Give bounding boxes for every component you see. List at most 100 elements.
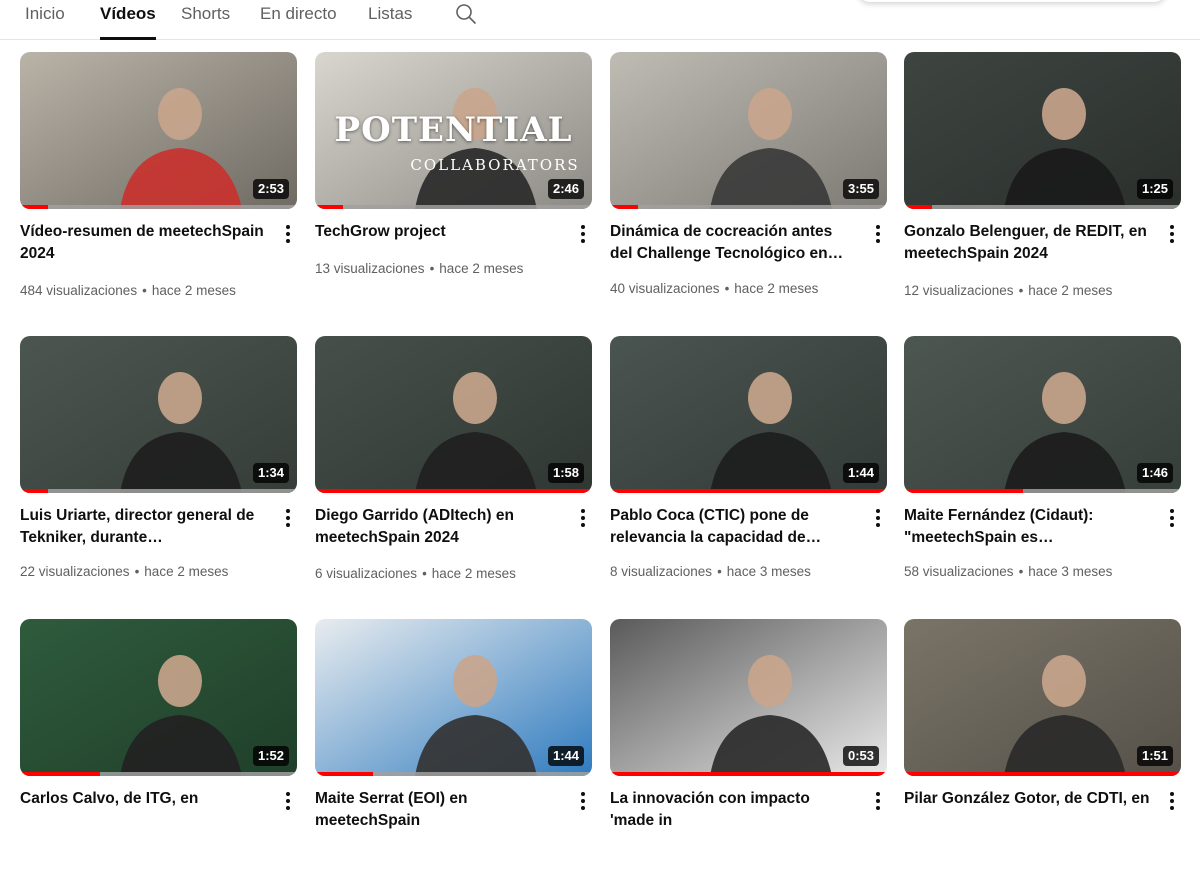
more-options-icon[interactable] xyxy=(278,789,298,813)
video-title[interactable]: Diego Garrido (ADItech) en meetechSpain … xyxy=(315,505,563,549)
more-options-icon[interactable] xyxy=(868,506,888,530)
video-thumbnail[interactable]: 0:53 xyxy=(610,619,887,776)
watch-progress-bar xyxy=(315,772,592,776)
thumbnail-overlay-text: POTENTIAL xyxy=(334,110,573,150)
video-meta: 22 visualizaciones • hace 2 meses xyxy=(20,562,270,582)
duration-badge: 1:44 xyxy=(842,463,879,483)
more-options-icon[interactable] xyxy=(278,222,298,246)
more-options-icon[interactable] xyxy=(573,506,593,530)
video-title[interactable]: Gonzalo Belenguer, de REDIT, en meetechS… xyxy=(904,221,1152,265)
upload-age: hace 2 meses xyxy=(144,564,229,579)
view-count: 484 visualizaciones xyxy=(20,283,138,298)
duration-badge: 3:55 xyxy=(842,179,879,199)
video-card[interactable]: POTENTIAL COLLABORATORS 2:46 TechGrow proje… xyxy=(315,52,592,322)
more-options-icon[interactable] xyxy=(573,789,593,813)
video-meta: 6 visualizaciones • hace 2 meses xyxy=(315,564,565,584)
video-title[interactable]: Maite Serrat (EOI) en meetechSpain xyxy=(315,788,563,832)
video-thumbnail[interactable]: 3:55 xyxy=(610,52,887,209)
video-thumbnail[interactable]: 1:58 xyxy=(315,336,592,493)
video-card[interactable]: 1:44 Pablo Coca (CTIC) pone de relevancia… xyxy=(610,336,887,606)
watch-progress-fill xyxy=(315,489,592,493)
more-options-icon[interactable] xyxy=(868,789,888,813)
upload-age: hace 2 meses xyxy=(431,566,516,581)
view-count: 58 visualizaciones xyxy=(904,564,1014,579)
video-meta: 8 visualizaciones • hace 3 meses xyxy=(610,562,860,582)
video-title[interactable]: Pilar González Gotor, de CDTI, en xyxy=(904,788,1152,810)
watch-progress-bar xyxy=(20,489,297,493)
more-options-icon[interactable] xyxy=(868,222,888,246)
watch-progress-fill xyxy=(610,489,887,493)
duration-badge: 2:46 xyxy=(547,179,584,199)
watch-progress-bar xyxy=(904,489,1181,493)
video-title[interactable]: Vídeo-resumen de meetechSpain 2024 xyxy=(20,221,268,265)
video-title[interactable]: Maite Fernández (Cidaut): "meetechSpain … xyxy=(904,505,1152,549)
upload-age: hace 2 meses xyxy=(439,261,524,276)
video-card[interactable]: 1:25 Gonzalo Belenguer, de REDIT, en meet… xyxy=(904,52,1181,322)
watch-progress-fill xyxy=(20,489,48,493)
watch-progress-fill xyxy=(20,205,48,209)
video-title[interactable]: La innovación con impacto 'made in xyxy=(610,788,858,832)
duration-badge: 1:25 xyxy=(1136,179,1173,199)
video-card[interactable]: 1:44 Maite Serrat (EOI) en meetechSpain xyxy=(315,619,592,889)
video-card[interactable]: 0:53 La innovación con impacto 'made in xyxy=(610,619,887,889)
view-count: 12 visualizaciones xyxy=(904,283,1014,298)
video-thumbnail[interactable]: 1:44 xyxy=(610,336,887,493)
video-card[interactable]: 2:53 Vídeo-resumen de meetechSpain 2024 48… xyxy=(20,52,297,322)
video-thumbnail[interactable]: POTENTIAL COLLABORATORS 2:46 xyxy=(315,52,592,209)
view-count: 22 visualizaciones xyxy=(20,564,130,579)
video-title[interactable]: Luis Uriarte, director general de Teknik… xyxy=(20,505,268,549)
video-card[interactable]: 3:55 Dinámica de cocreación antes del Cha… xyxy=(610,52,887,322)
video-thumbnail[interactable]: 1:46 xyxy=(904,336,1181,493)
watch-progress-fill xyxy=(610,205,638,209)
more-options-icon[interactable] xyxy=(1162,506,1182,530)
upload-age: hace 2 meses xyxy=(1028,283,1113,298)
watch-progress-fill xyxy=(20,772,100,776)
watch-progress-fill xyxy=(904,772,1181,776)
more-options-icon[interactable] xyxy=(1162,789,1182,813)
thumbnail-overlay-subtext: COLLABORATORS xyxy=(410,156,580,174)
watch-progress-bar xyxy=(20,772,297,776)
video-title[interactable]: TechGrow project xyxy=(315,221,563,243)
meta-separator: • xyxy=(1018,283,1024,298)
watch-progress-bar xyxy=(904,772,1181,776)
video-meta: 58 visualizaciones • hace 3 meses xyxy=(904,562,1154,582)
watch-progress-bar xyxy=(904,205,1181,209)
duration-badge: 1:46 xyxy=(1136,463,1173,483)
meta-separator: • xyxy=(717,564,722,579)
video-title[interactable]: Pablo Coca (CTIC) pone de relevancia la … xyxy=(610,505,858,549)
video-meta: 13 visualizaciones • hace 2 meses xyxy=(315,259,565,279)
watch-progress-bar xyxy=(315,205,592,209)
view-count: 40 visualizaciones xyxy=(610,281,720,296)
video-card[interactable]: 1:52 Carlos Calvo, de ITG, en xyxy=(20,619,297,889)
duration-badge: 1:51 xyxy=(1136,746,1173,766)
watch-progress-bar xyxy=(610,772,887,776)
video-thumbnail[interactable]: 1:34 xyxy=(20,336,297,493)
video-thumbnail[interactable]: 2:53 xyxy=(20,52,297,209)
video-card[interactable]: 1:58 Diego Garrido (ADItech) en meetechSp… xyxy=(315,336,592,606)
video-card[interactable]: 1:51 Pilar González Gotor, de CDTI, en xyxy=(904,619,1181,889)
meta-separator: • xyxy=(724,281,730,296)
video-title[interactable]: Dinámica de cocreación antes del Challen… xyxy=(610,221,858,265)
meta-separator: • xyxy=(422,566,427,581)
meta-separator: • xyxy=(134,564,140,579)
upload-age: hace 3 meses xyxy=(1028,564,1113,579)
video-thumbnail[interactable]: 1:25 xyxy=(904,52,1181,209)
video-meta: 484 visualizaciones • hace 2 meses xyxy=(20,281,270,301)
watch-progress-fill xyxy=(904,489,1023,493)
video-card[interactable]: 1:46 Maite Fernández (Cidaut): "meetechSp… xyxy=(904,336,1181,606)
video-thumbnail[interactable]: 1:51 xyxy=(904,619,1181,776)
video-title[interactable]: Carlos Calvo, de ITG, en xyxy=(20,788,268,810)
more-options-icon[interactable] xyxy=(278,506,298,530)
view-count: 6 visualizaciones xyxy=(315,566,418,581)
watch-progress-bar xyxy=(610,205,887,209)
duration-badge: 1:52 xyxy=(252,746,289,766)
watch-progress-fill xyxy=(315,205,343,209)
upload-age: hace 3 meses xyxy=(726,564,811,579)
video-thumbnail[interactable]: 1:44 xyxy=(315,619,592,776)
duration-badge: 0:53 xyxy=(842,746,879,766)
video-card[interactable]: 1:34 Luis Uriarte, director general de Te… xyxy=(20,336,297,606)
video-thumbnail[interactable]: 1:52 xyxy=(20,619,297,776)
more-options-icon[interactable] xyxy=(573,222,593,246)
video-meta: 12 visualizaciones • hace 2 meses xyxy=(904,281,1154,301)
more-options-icon[interactable] xyxy=(1162,222,1182,246)
